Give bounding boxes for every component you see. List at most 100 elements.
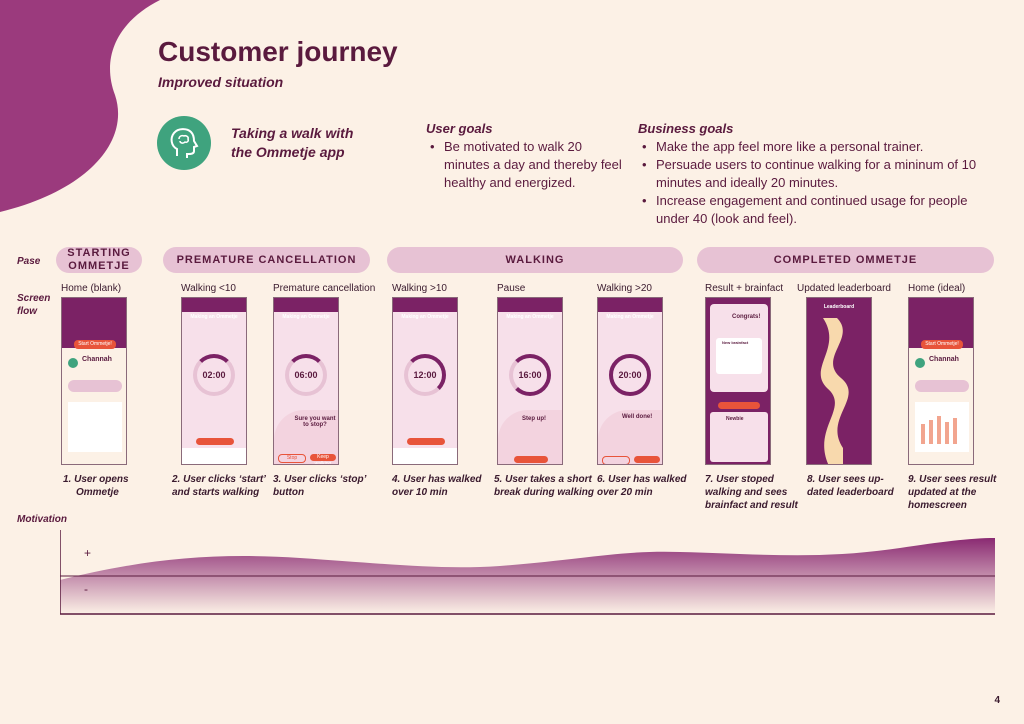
stop-question: Sure you want to stop? (294, 416, 336, 428)
stop-button[interactable] (602, 456, 630, 464)
desc-line: homescreen (908, 500, 967, 511)
timer: 16:00 (509, 354, 551, 396)
business-goal-item: Make the app feel more like a personal t… (638, 138, 988, 156)
step-up-text: Step up! (522, 416, 546, 422)
screen-name: Premature cancellation (273, 283, 376, 294)
timer: 12:00 (404, 354, 446, 396)
phase-label-line-1: STARTING (67, 247, 131, 259)
user-name: Channah (929, 356, 959, 363)
desc-line: button (273, 487, 305, 498)
desc-line: walking and sees (705, 487, 788, 498)
row-label-screen-flow-2: flow (17, 306, 37, 317)
phase-premature-cancellation: PREMATURE CANCELLATION (163, 247, 370, 273)
desc-line: 1. User opens (63, 474, 129, 485)
desc-line: 4. User has walked (392, 474, 482, 485)
phase-starting: STARTING OMMETJE (56, 247, 142, 273)
business-goals-heading: Business goals (638, 121, 734, 136)
phone-screen-result-brainfact[interactable]: Congrats! New brainfact Newbie (705, 297, 771, 465)
page-number: 4 (994, 695, 1000, 706)
phase-completed: COMPLETED OMMETJE (697, 247, 994, 273)
leaderboard-path (820, 318, 849, 464)
well-done-text: Well done! (622, 414, 653, 420)
making-title: Making an Ommetje (190, 314, 238, 320)
screen-description: 8. User sees up- dated leaderboard (807, 473, 905, 499)
making-title: Making an Ommetje (401, 314, 449, 320)
screen-description: 1. User opens Ommetje (63, 473, 161, 499)
avatar (915, 358, 925, 368)
desc-line: updated at the (908, 487, 977, 498)
desc-line: over 20 min (597, 487, 653, 498)
phone-screen-premature-cancellation[interactable]: Making an Ommetje 06:00 Sure you want to… (273, 297, 339, 465)
screen-name: Pause (497, 283, 526, 294)
making-title: Making an Ommetje (506, 314, 554, 320)
scenario-title: Taking a walk with the Ommetje app (231, 124, 353, 162)
newbie-text: Newbie (726, 416, 744, 422)
phone-screen-walking-over-20[interactable]: Making an Ommetje 20:00 Well done! (597, 297, 663, 465)
phone-screen-pause[interactable]: Making an Ommetje 16:00 Step up! (497, 297, 563, 465)
motivation-minus: - (84, 582, 88, 596)
page-title: Customer journey (158, 36, 398, 67)
start-ommetje-button[interactable]: Start Ommetje! (74, 340, 116, 349)
screen-description: 6. User has walked over 20 min (597, 473, 695, 499)
phone-screen-walking-under-10[interactable]: Making an Ommetje 02:00 (181, 297, 247, 465)
business-goal-item: Increase engagement and continued usage … (638, 192, 988, 228)
desc-line: dated leaderboard (807, 487, 894, 498)
leaderboard-button[interactable] (718, 402, 760, 409)
screen-name: Walking <10 (181, 283, 236, 294)
keep-walking-button[interactable] (634, 456, 660, 463)
scenario-line-2: the Ommetje app (231, 144, 345, 160)
phone-screen-leaderboard[interactable]: Leaderboard (806, 297, 872, 465)
keep-walking-button[interactable] (514, 456, 548, 463)
desc-line: 9. User sees result (908, 474, 997, 485)
screen-name: Walking >10 (392, 283, 447, 294)
screen-description: 3. User clicks ‘stop’ button (273, 473, 371, 499)
phase-label: COMPLETED OMMETJE (773, 253, 918, 266)
screen-name: Home (ideal) (908, 283, 966, 294)
phase-label: PREMATURE CANCELLATION (176, 253, 357, 266)
brainfact-title: New brainfact (722, 340, 749, 345)
row-label-phase: Pase (17, 256, 41, 267)
take-break-button[interactable] (407, 438, 445, 445)
screen-description: 2. User clicks ‘start’ and starts walkin… (172, 473, 270, 499)
user-goals: User goals Be motivated to walk 20 minut… (426, 121, 626, 192)
business-goal-item: Persuade users to continue walking for a… (638, 156, 988, 192)
phone-screen-home-ideal[interactable]: Start Ommetje! Channah (908, 297, 974, 465)
desc-line: and starts walking (172, 487, 260, 498)
making-title: Making an Ommetje (282, 314, 330, 320)
start-ommetje-button[interactable]: Start Ommetje! (921, 340, 963, 349)
desc-line: 8. User sees up- (807, 474, 884, 485)
timer: 06:00 (285, 354, 327, 396)
congrats-text: Congrats! (732, 314, 761, 320)
keep-walking-button[interactable]: Keep walking (310, 454, 336, 464)
desc-line: 3. User clicks ‘stop’ (273, 474, 367, 485)
timer: 02:00 (193, 354, 235, 396)
desc-line: break during walking (494, 487, 595, 498)
corner-decoration (0, 0, 160, 212)
screen-name: Home (blank) (61, 283, 122, 294)
screen-name: Result + brainfact (705, 283, 784, 294)
screen-description: 4. User has walked over 10 min (392, 473, 490, 499)
desc-line: brainfact and result (705, 500, 798, 511)
head-profile-icon (157, 116, 211, 170)
stop-button[interactable]: Stop (278, 454, 306, 463)
desc-line: over 10 min (392, 487, 448, 498)
making-title: Making an Ommetje (606, 314, 654, 320)
scenario-line-1: Taking a walk with (231, 125, 354, 141)
screen-description: 5. User takes a short break during walki… (494, 473, 596, 499)
row-label-screen-flow: Screen flow (17, 292, 50, 318)
row-label-motivation: Motivation (17, 514, 67, 525)
take-break-button[interactable] (196, 438, 234, 445)
screen-description: 7. User stoped walking and sees brainfac… (705, 473, 805, 512)
desc-line: 2. User clicks ‘start’ (172, 474, 266, 485)
phase-label: WALKING (505, 253, 565, 266)
desc-line: Ommetje (76, 487, 119, 498)
phone-screen-home-blank[interactable]: Start Ommetje! Channah (61, 297, 127, 465)
screen-name: Updated leaderboard (797, 283, 891, 294)
business-goals: Business goals Make the app feel more li… (638, 121, 988, 228)
phone-screen-walking-over-10[interactable]: Making an Ommetje 12:00 (392, 297, 458, 465)
desc-line: 5. User takes a short (494, 474, 592, 485)
user-goal-item: Be motivated to walk 20 minutes a day an… (426, 138, 626, 192)
page-subtitle: Improved situation (158, 74, 284, 90)
motivation-plus: + (84, 546, 92, 560)
phase-walking: WALKING (387, 247, 683, 273)
